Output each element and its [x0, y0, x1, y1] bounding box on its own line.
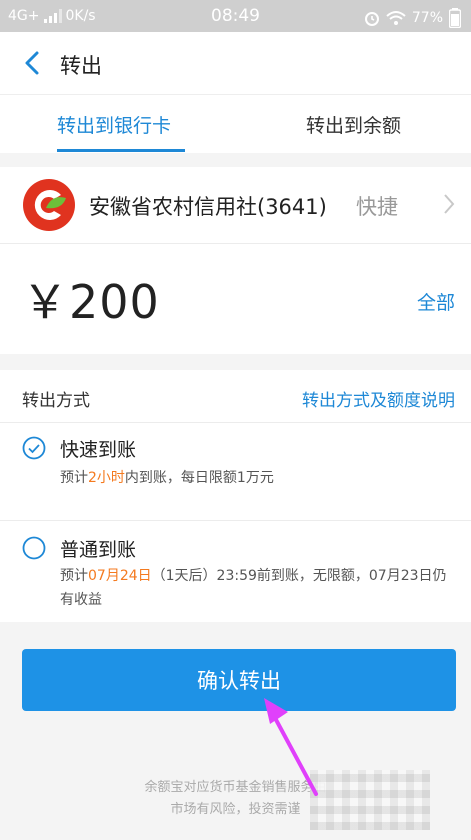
amount-row: ￥200 全部 [0, 244, 471, 354]
amount-display[interactable]: ￥200 [22, 266, 160, 332]
alarm-icon [364, 12, 379, 26]
status-right: 77% [364, 8, 461, 28]
tab-bar: 转出到银行卡 转出到余额 [0, 94, 471, 153]
bank-name: 安徽省农村信用社(3641) [89, 195, 327, 219]
bank-logo-icon [23, 179, 75, 231]
desc-text: 内到账，每日限额1万元 [124, 470, 274, 486]
nav-bar: 转出 [0, 32, 471, 94]
method-help-link[interactable]: 转出方式及额度说明 [302, 386, 455, 411]
chevron-right-icon [444, 194, 455, 214]
page-title: 转出 [60, 54, 102, 78]
withdraw-all-link[interactable]: 全部 [417, 288, 455, 315]
method-header: 转出方式 [22, 391, 90, 411]
bank-payment-tag: 快捷 [356, 195, 398, 219]
desc-text: 预计 [60, 470, 88, 486]
radio-checked-icon[interactable] [22, 436, 46, 460]
bank-card-selector[interactable]: 安徽省农村信用社(3641) 快捷 [0, 167, 471, 244]
radio-unchecked-icon[interactable] [22, 536, 46, 560]
battery-icon [449, 8, 461, 28]
wifi-icon [386, 11, 406, 25]
option-title: 快速到账 [60, 439, 137, 461]
confirm-transfer-button[interactable]: 确认转出 [22, 649, 456, 711]
amount-value: 200 [69, 275, 160, 329]
option-description: 预计2小时内到账，每日限额1万元 [60, 466, 455, 490]
active-tab-indicator [57, 149, 185, 152]
option-description: 预计07月24日（1天后）23:59前到账，无限额，07月23日仍有收益 [60, 564, 455, 612]
option-fast-arrival[interactable]: 快速到账 预计2小时内到账，每日限额1万元 [0, 422, 471, 520]
blurred-region [310, 770, 430, 830]
option-title: 普通到账 [60, 539, 137, 561]
tab-to-balance[interactable]: 转出到余额 [306, 111, 401, 138]
transfer-method-section: 转出方式 转出方式及额度说明 快速到账 预计2小时内到账，每日限额1万元 普通到… [0, 370, 471, 622]
option-normal-arrival[interactable]: 普通到账 预计07月24日（1天后）23:59前到账，无限额，07月23日仍有收… [0, 520, 471, 622]
currency-symbol: ￥ [22, 275, 69, 329]
desc-highlight: 07月24日 [88, 568, 152, 584]
desc-highlight: 2小时 [88, 470, 125, 486]
battery-percent: 77% [411, 10, 443, 26]
chevron-left-icon[interactable] [22, 50, 44, 76]
status-bar: 4G+ 0K/s 08:49 77% [0, 0, 471, 32]
desc-text: 预计 [60, 568, 88, 584]
tab-to-bank-card[interactable]: 转出到银行卡 [57, 111, 171, 138]
